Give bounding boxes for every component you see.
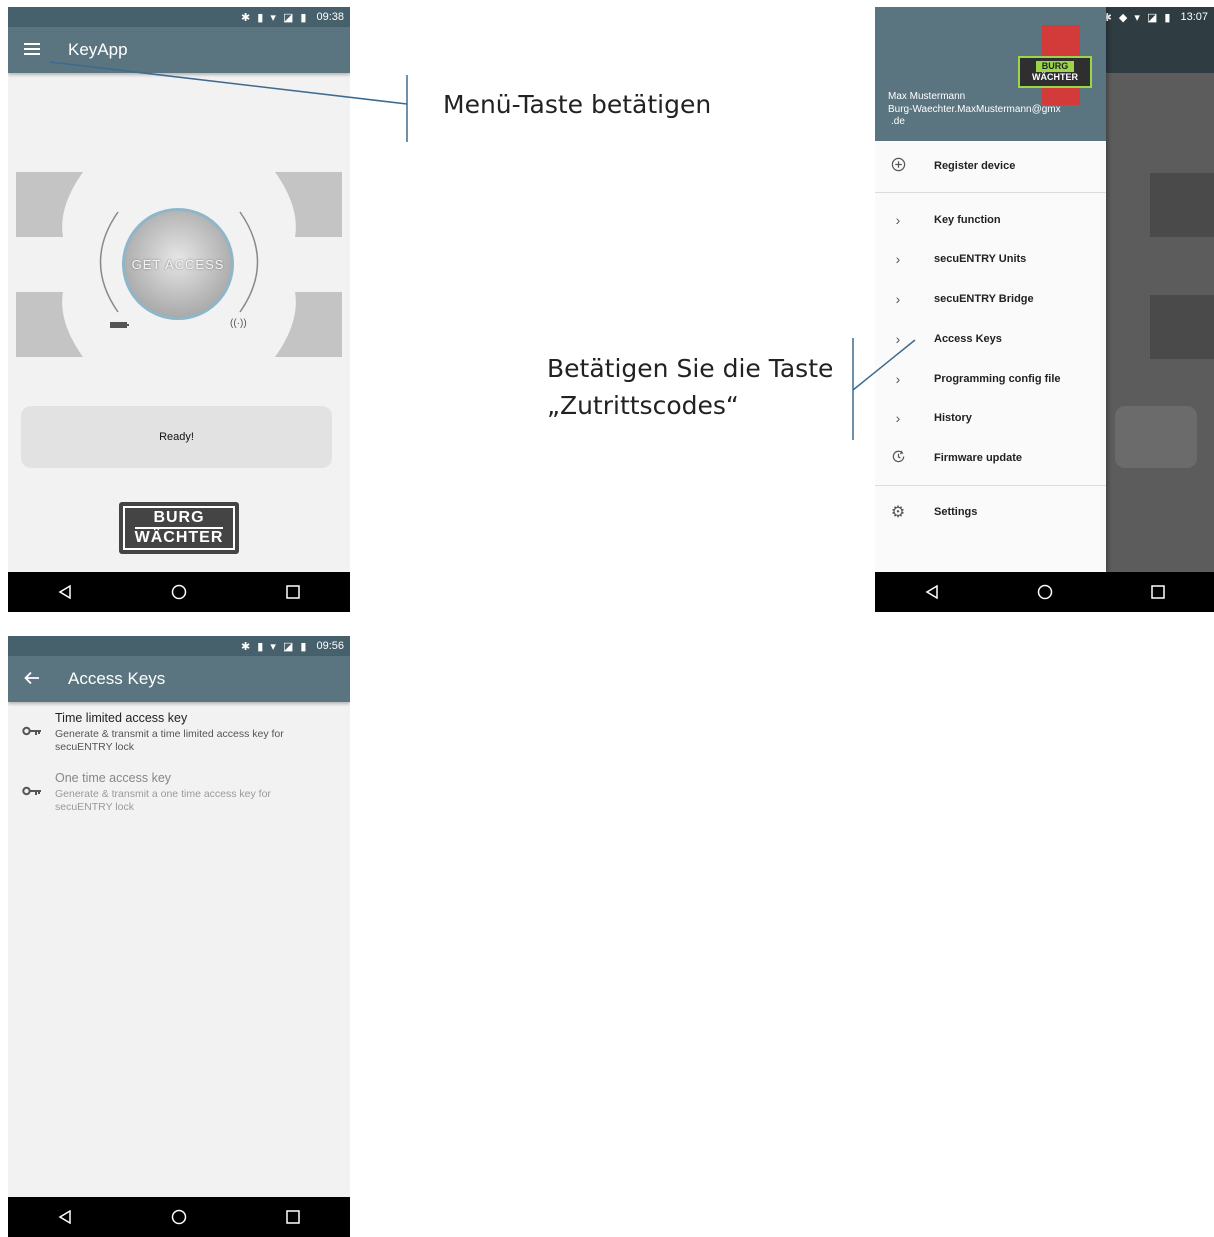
drawer-header: BURG WÄCHTER Max Mustermann Burg-Waechte… — [875, 7, 1106, 141]
nav-drawer: BURG WÄCHTER Max Mustermann Burg-Waechte… — [875, 7, 1106, 572]
gear-icon: ⚙ — [890, 504, 906, 521]
burg-waechter-logo: BURG WÄCHTER — [119, 502, 239, 554]
nav-home-icon[interactable] — [159, 1197, 199, 1237]
user-name: Max Mustermann — [888, 91, 966, 102]
menu-label: History — [934, 412, 972, 424]
item-title: One time access key — [55, 771, 172, 785]
key-icon — [22, 786, 41, 796]
user-email-2: .de — [891, 116, 905, 127]
menu-item-bridge[interactable]: › secuENTRY Bridge — [875, 279, 1106, 319]
nav-back-icon[interactable] — [45, 572, 85, 612]
nav-back-icon[interactable] — [45, 1197, 85, 1237]
menu-label: Programming config file — [934, 373, 1061, 385]
menu-item-units[interactable]: › secuENTRY Units — [875, 239, 1106, 279]
nav-bar — [8, 1197, 350, 1237]
divider — [875, 192, 1106, 193]
logo-bottom: WÄCHTER — [134, 527, 224, 546]
annotation-line-1 — [49, 61, 408, 142]
phone-screen-drawer: ✱ ◆ ▾ ◪ ▮ 13:07 BURG WÄCHTER Max Musterm… — [875, 7, 1214, 612]
nav-recents-icon[interactable] — [1138, 572, 1178, 612]
menu-label: Firmware update — [934, 452, 1023, 464]
dimmed-corner — [1150, 295, 1214, 359]
item-title: Time limited access key — [55, 711, 188, 725]
back-arrow-icon[interactable] — [8, 668, 56, 691]
dimmed-status-box — [1115, 406, 1197, 468]
menu-label: secuENTRY Bridge — [934, 293, 1034, 305]
menu-item-key-function[interactable]: › Key function — [875, 200, 1106, 240]
annotation-line2: „Zutrittscodes“ — [547, 391, 739, 420]
menu-label: secuENTRY Units — [934, 253, 1027, 265]
annotation-line1: Betätigen Sie die Taste — [547, 354, 834, 383]
nav-recents-icon[interactable] — [273, 1197, 313, 1237]
menu-item-register-device[interactable]: Register device — [875, 146, 1106, 186]
annotation-menu: Menü-Taste betätigen — [443, 90, 712, 119]
menu-label: Key function — [934, 214, 1001, 226]
status-time: 09:56 — [316, 640, 344, 652]
chevron-right-icon: › — [895, 291, 901, 307]
get-access-button[interactable]: GET ACCESS — [122, 208, 234, 320]
menu-label: Register device — [934, 160, 1016, 172]
list-item-one-time[interactable]: One time access key Generate & transmit … — [8, 769, 350, 819]
item-subtitle-2: secuENTRY lock — [55, 741, 134, 753]
status-icons: ✱ ◆ ▾ ◪ ▮ — [1102, 11, 1173, 24]
status-box: Ready! — [21, 406, 332, 468]
dimmed-corner — [1150, 173, 1214, 237]
get-access-label: GET ACCESS — [131, 256, 225, 272]
divider — [875, 485, 1106, 486]
item-subtitle-1: Generate & transmit a one time access ke… — [55, 788, 271, 800]
item-subtitle-1: Generate & transmit a time limited acces… — [55, 728, 284, 740]
nav-home-icon[interactable] — [159, 572, 199, 612]
list-item-time-limited[interactable]: Time limited access key Generate & trans… — [8, 709, 350, 759]
app-title: Access Keys — [68, 669, 166, 688]
nav-home-icon[interactable] — [1025, 572, 1065, 612]
nav-back-icon[interactable] — [912, 572, 952, 612]
annotation-line-2 — [852, 338, 916, 440]
user-email-1: Burg-Waechter.MaxMustermann@gmx — [888, 104, 1061, 115]
signal-icon: ((·)) — [230, 318, 247, 329]
status-time: 13:07 — [1180, 11, 1208, 23]
status-bar: ✱ ▮ ▾ ◪ ▮ 09:56 — [8, 636, 350, 656]
chevron-right-icon: › — [895, 251, 901, 267]
burg-waechter-logo: BURG WÄCHTER — [1018, 56, 1092, 88]
logo-bottom: WÄCHTER — [1032, 72, 1078, 82]
logo-top: BURG — [1035, 61, 1075, 72]
status-text: Ready! — [159, 431, 194, 443]
nav-bar — [875, 572, 1214, 612]
status-icons: ✱ ▮ ▾ ◪ ▮ — [241, 640, 309, 653]
nav-recents-icon[interactable] — [273, 572, 313, 612]
logo-top: BURG — [153, 509, 205, 526]
menu-item-settings[interactable]: ⚙ Settings — [875, 492, 1106, 532]
menu-label: Access Keys — [934, 333, 1002, 345]
app-bar: Access Keys — [8, 656, 350, 702]
annotation-access-keys: Betätigen Sie die Taste „Zutrittscodes“ — [547, 350, 833, 424]
nav-bar — [8, 572, 350, 612]
item-subtitle-2: secuENTRY lock — [55, 801, 134, 813]
plus-circle-icon — [875, 157, 921, 175]
menu-label: Settings — [934, 506, 978, 518]
battery-icon — [110, 322, 129, 328]
chevron-right-icon: › — [895, 212, 901, 228]
key-icon — [22, 726, 41, 736]
history-icon — [875, 449, 921, 467]
phone-screen-access-keys: ✱ ▮ ▾ ◪ ▮ 09:56 Access Keys Time limited… — [8, 636, 350, 1237]
